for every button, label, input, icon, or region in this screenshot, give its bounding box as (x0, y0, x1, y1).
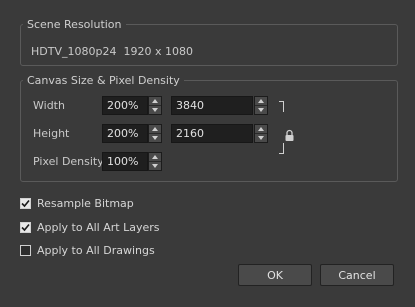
height-percent-decrement[interactable] (149, 134, 161, 142)
arrow-up-icon (258, 99, 264, 103)
checkmark-icon (21, 223, 30, 231)
pixel-density-spinner[interactable] (148, 152, 162, 171)
cancel-button[interactable]: Cancel (320, 264, 394, 286)
pixel-density-label: Pixel Density (33, 155, 104, 168)
width-percent-decrement[interactable] (149, 106, 161, 114)
scene-resolution-legend: Scene Resolution (27, 18, 122, 31)
pixel-density-field[interactable]: 100% (102, 152, 148, 171)
width-pixels-spinner[interactable] (254, 96, 268, 115)
arrow-down-icon (152, 108, 158, 112)
arrow-up-icon (152, 99, 158, 103)
scene-resolution-group: Scene Resolution HDTV_1080p24 1920 x 108… (20, 18, 398, 66)
apply-art-layers-option[interactable]: Apply to All Art Layers (20, 220, 159, 234)
height-pixels-increment[interactable] (255, 125, 267, 134)
aspect-bracket-top (279, 101, 284, 112)
apply-drawings-checkbox[interactable] (20, 244, 31, 256)
arrow-down-icon (258, 108, 264, 112)
aspect-bracket-bottom (279, 143, 284, 154)
arrow-up-icon (258, 127, 264, 131)
height-pixels-field[interactable]: 2160 (171, 124, 253, 143)
width-pixels-field[interactable]: 3840 (171, 96, 253, 115)
resample-bitmap-option[interactable]: Resample Bitmap (20, 196, 134, 210)
arrow-up-icon (152, 127, 158, 131)
resolution-preset: HDTV_1080p24 (31, 45, 117, 58)
canvas-size-group: Canvas Size & Pixel Density Width 200% 3… (20, 74, 398, 182)
arrow-down-icon (258, 136, 264, 140)
canvas-size-legend: Canvas Size & Pixel Density (27, 74, 180, 87)
width-percent-field[interactable]: 200% (102, 96, 148, 115)
height-percent-field[interactable]: 200% (102, 124, 148, 143)
width-pixels-increment[interactable] (255, 97, 267, 106)
height-percent-spinner[interactable] (148, 124, 162, 143)
height-pixels-decrement[interactable] (255, 134, 267, 142)
width-percent-increment[interactable] (149, 97, 161, 106)
lock-icon[interactable] (284, 129, 295, 142)
resolution-dimensions: 1920 x 1080 (123, 45, 193, 58)
apply-art-layers-checkbox[interactable] (20, 221, 31, 233)
ok-button[interactable]: OK (238, 264, 312, 286)
resample-bitmap-label: Resample Bitmap (37, 196, 134, 210)
resample-bitmap-checkbox[interactable] (20, 197, 31, 209)
height-pixels-spinner[interactable] (254, 124, 268, 143)
pixel-density-increment[interactable] (149, 153, 161, 162)
width-label: Width (33, 99, 65, 112)
arrow-down-icon (152, 164, 158, 168)
checkmark-icon (21, 199, 30, 207)
height-percent-increment[interactable] (149, 125, 161, 134)
arrow-up-icon (152, 155, 158, 159)
apply-art-layers-label: Apply to All Art Layers (37, 220, 160, 234)
arrow-down-icon (152, 136, 158, 140)
scene-resolution-text: HDTV_1080p24 1920 x 1080 (31, 45, 193, 58)
width-percent-spinner[interactable] (148, 96, 162, 115)
width-pixels-decrement[interactable] (255, 106, 267, 114)
apply-drawings-label: Apply to All Drawings (37, 243, 155, 257)
canvas-resize-dialog: Scene Resolution HDTV_1080p24 1920 x 108… (0, 0, 415, 307)
pixel-density-decrement[interactable] (149, 162, 161, 170)
height-label: Height (33, 127, 70, 140)
apply-drawings-option[interactable]: Apply to All Drawings (20, 243, 155, 257)
